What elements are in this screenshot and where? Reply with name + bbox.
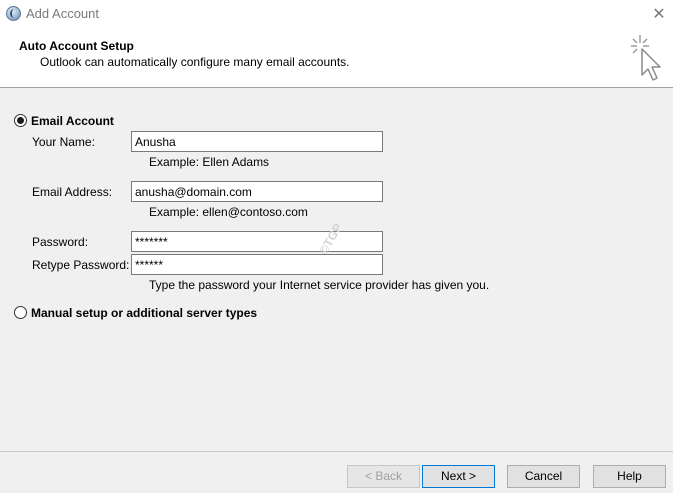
next-button[interactable]: Next > — [422, 465, 495, 488]
email-address-input[interactable] — [131, 181, 383, 202]
password-hint: Type the password your Internet service … — [149, 278, 490, 292]
retype-password-label: Retype Password: — [32, 258, 130, 272]
cancel-button[interactable]: Cancel — [507, 465, 580, 488]
page-title: Auto Account Setup — [19, 39, 134, 53]
cursor-sparkle-icon — [631, 35, 661, 81]
retype-password-input[interactable] — [131, 254, 383, 275]
back-button[interactable]: < Back — [347, 465, 420, 488]
footer-divider — [0, 451, 673, 452]
your-name-hint: Example: Ellen Adams — [149, 155, 270, 169]
close-button[interactable]: ✕ — [645, 0, 673, 27]
page-subtitle: Outlook can automatically configure many… — [40, 55, 350, 69]
manual-setup-radio[interactable] — [14, 306, 27, 319]
help-button[interactable]: Help — [593, 465, 666, 488]
email-account-radio[interactable] — [14, 114, 27, 127]
window-title: Add Account — [26, 6, 99, 21]
outlook-globe-icon — [6, 6, 21, 21]
email-account-label[interactable]: Email Account — [31, 114, 114, 128]
password-input[interactable] — [131, 231, 383, 252]
email-address-label: Email Address: — [32, 185, 113, 199]
manual-setup-label[interactable]: Manual setup or additional server types — [31, 306, 257, 320]
password-label: Password: — [32, 235, 89, 249]
header-panel: Auto Account Setup Outlook can automatic… — [0, 27, 673, 88]
your-name-label: Your Name: — [32, 135, 95, 149]
email-address-hint: Example: ellen@contoso.com — [149, 205, 308, 219]
your-name-input[interactable] — [131, 131, 383, 152]
title-bar: Add Account ✕ — [0, 0, 673, 27]
